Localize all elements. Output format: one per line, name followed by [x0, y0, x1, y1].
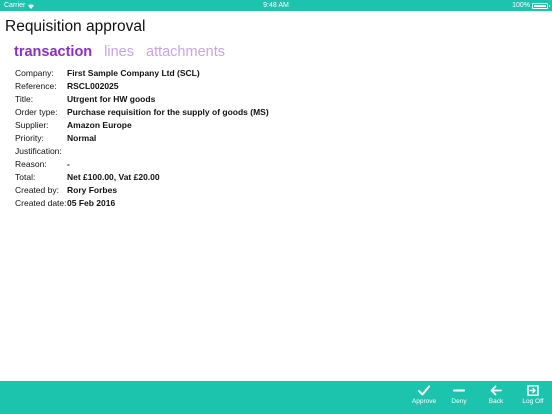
page-title: Requisition approval [5, 18, 146, 35]
battery-label: 100% [512, 2, 530, 9]
back-label: Back [488, 398, 504, 405]
detail-label: Reason: [15, 159, 47, 170]
detail-value: Purchase requisition for the supply of g… [67, 106, 269, 117]
detail-label: Created date: [15, 198, 67, 209]
detail-row-created-date: Created date: 05 Feb 2016 [15, 197, 269, 210]
detail-value: Rory Forbes [67, 185, 118, 196]
detail-row-priority: Priority: Normal [15, 131, 269, 144]
tab-bar: transaction lines attachments [14, 44, 225, 60]
detail-value [67, 145, 269, 158]
detail-label: Total: [15, 172, 36, 183]
detail-row-total: Total: Net £100.00, Vat £20.00 [15, 171, 269, 184]
battery-icon [532, 2, 550, 9]
detail-value: - [67, 159, 70, 170]
detail-row-company: Company: First Sample Company Ltd (SCL) [15, 66, 269, 79]
minus-icon [453, 389, 465, 392]
detail-label: Company: [15, 67, 54, 78]
bottom-toolbar: Approve Deny Back Log Off [0, 381, 552, 414]
detail-row-reason: Reason: - [15, 158, 269, 171]
detail-label: Priority: [15, 133, 44, 144]
detail-value: RSCL002025 [67, 80, 119, 91]
detail-label: Justification: [15, 146, 62, 157]
check-icon [418, 385, 430, 396]
detail-label: Created by: [15, 185, 59, 196]
detail-row-created-by: Created by: Rory Forbes [15, 184, 269, 197]
logoff-button[interactable]: Log Off [516, 385, 550, 413]
detail-value: Net £100.00, Vat £20.00 [67, 172, 160, 183]
detail-label: Reference: [15, 80, 57, 91]
detail-value: Utrgent for HW goods [67, 93, 156, 104]
detail-row-reference: Reference: RSCL002025 [15, 79, 269, 92]
arrow-left-icon [490, 385, 502, 396]
tab-transaction[interactable]: transaction [14, 44, 92, 60]
requisition-details: Company: First Sample Company Ltd (SCL) … [15, 66, 269, 210]
detail-row-order-type: Order type: Purchase requisition for the… [15, 105, 269, 118]
detail-label: Supplier: [15, 119, 49, 130]
detail-row-supplier: Supplier: Amazon Europe [15, 118, 269, 131]
detail-value: Normal [67, 133, 97, 144]
detail-value: 05 Feb 2016 [67, 198, 116, 209]
approve-label: Approve [411, 398, 437, 405]
tab-lines[interactable]: lines [104, 44, 134, 60]
clock: 9:48 AM [263, 2, 289, 9]
tab-attachments[interactable]: attachments [146, 44, 225, 60]
detail-row-justification: Justification: [15, 145, 269, 158]
back-button[interactable]: Back [479, 385, 513, 413]
battery-indicator: 100% [512, 0, 550, 11]
detail-value: First Sample Company Ltd (SCL) [67, 67, 200, 78]
logout-icon [527, 385, 539, 396]
logoff-label: Log Off [522, 398, 544, 405]
status-bar: Carrier 9:48 AM 100% [0, 0, 552, 11]
detail-row-title: Title: Utrgent for HW goods [15, 92, 269, 105]
detail-value: Amazon Europe [67, 119, 132, 130]
deny-button[interactable]: Deny [442, 385, 476, 413]
battery-fill [534, 4, 546, 7]
deny-label: Deny [451, 398, 467, 405]
detail-label: Order type: [15, 106, 58, 117]
approve-button[interactable]: Approve [407, 385, 441, 413]
detail-label: Title: [15, 93, 34, 104]
